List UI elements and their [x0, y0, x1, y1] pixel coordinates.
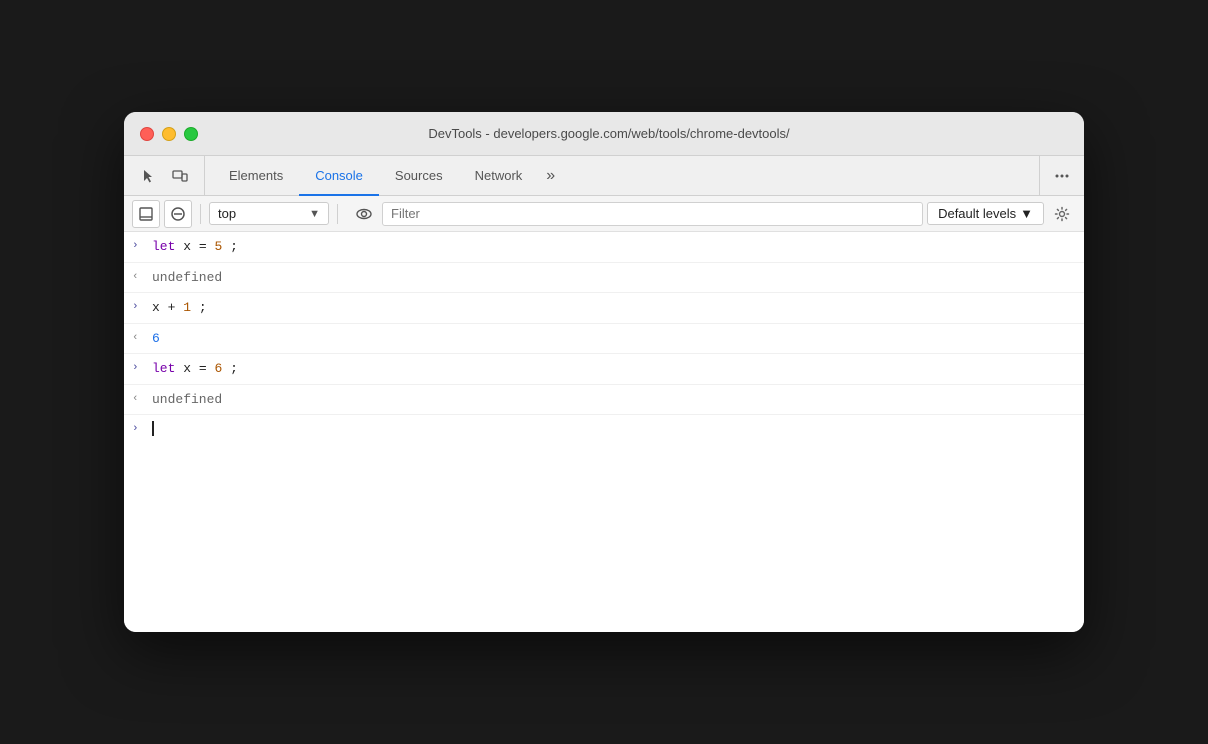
input-arrow-2: ›	[132, 298, 152, 316]
console-entry-2: ‹ undefined	[124, 263, 1084, 294]
more-tabs-btn[interactable]: »	[538, 156, 563, 195]
context-selector[interactable]: top ▼	[209, 202, 329, 225]
filter-input[interactable]	[382, 202, 923, 226]
console-entry-7[interactable]: ›	[124, 415, 1084, 443]
tab-network[interactable]: Network	[459, 157, 539, 196]
nav-icons	[132, 156, 205, 195]
clear-console-btn[interactable]	[164, 200, 192, 228]
context-arrow-icon: ▼	[309, 208, 320, 220]
console-settings-btn[interactable]	[1048, 200, 1076, 228]
more-options-btn[interactable]	[1048, 162, 1076, 190]
console-entry-3: › x + 1 ;	[124, 293, 1084, 324]
output-arrow-2: ‹	[132, 329, 152, 347]
drawer-icon	[138, 206, 154, 222]
log-levels-btn[interactable]: Default levels ▼	[927, 202, 1044, 225]
eye-icon	[355, 205, 373, 223]
output-arrow-3: ‹	[132, 390, 152, 408]
cursor-icon-btn[interactable]	[132, 160, 164, 192]
input-arrow-1: ›	[132, 237, 152, 255]
output-arrow-1: ‹	[132, 268, 152, 286]
tab-elements[interactable]: Elements	[213, 157, 299, 196]
titlebar: DevTools - developers.google.com/web/too…	[124, 112, 1084, 156]
tabs-bar: Elements Console Sources Network »	[124, 156, 1084, 196]
tabsbar-end	[1039, 156, 1076, 195]
console-output-1: undefined	[152, 268, 1076, 288]
input-arrow-3: ›	[132, 359, 152, 377]
show-drawer-btn[interactable]	[132, 200, 160, 228]
keyword-let-1: let	[152, 239, 175, 254]
gear-icon	[1054, 206, 1070, 222]
device-icon-btn[interactable]	[164, 160, 196, 192]
console-code-2[interactable]: x + 1 ;	[152, 298, 1076, 318]
console-code-3[interactable]: let x = 6 ;	[152, 359, 1076, 379]
input-arrow-4: ›	[132, 420, 152, 438]
clear-icon	[170, 206, 186, 222]
console-entry-6: ‹ undefined	[124, 385, 1084, 416]
three-dots-icon	[1054, 168, 1070, 184]
device-toggle-icon	[172, 168, 188, 184]
cursor-icon	[140, 168, 156, 184]
console-toolbar: top ▼ Default levels ▼	[124, 196, 1084, 232]
levels-arrow-icon: ▼	[1020, 206, 1033, 221]
cursor-blink	[152, 421, 154, 436]
console-code-1[interactable]: let x = 5 ;	[152, 237, 1076, 257]
keyword-let-2: let	[152, 361, 175, 376]
console-entry-1: › let x = 5 ;	[124, 232, 1084, 263]
console-area: › let x = 5 ; ‹ undefined › x + 1 ;	[124, 232, 1084, 632]
window-title: DevTools - developers.google.com/web/too…	[150, 126, 1068, 141]
tab-console[interactable]: Console	[299, 157, 379, 196]
console-entry-4: ‹ 6	[124, 324, 1084, 355]
live-expressions-btn[interactable]	[350, 200, 378, 228]
console-output-2: 6	[152, 329, 1076, 349]
tab-sources[interactable]: Sources	[379, 157, 459, 196]
toolbar-separator-2	[337, 204, 338, 224]
console-output-3: undefined	[152, 390, 1076, 410]
devtools-window: DevTools - developers.google.com/web/too…	[124, 112, 1084, 632]
toolbar-separator-1	[200, 204, 201, 224]
console-entry-5: › let x = 6 ;	[124, 354, 1084, 385]
